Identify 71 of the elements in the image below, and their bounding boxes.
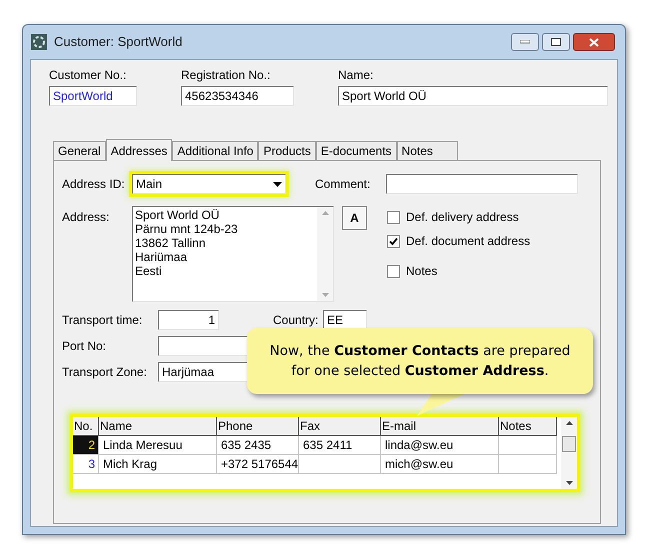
field-label: Address: [62,209,110,226]
field-label: Transport time: [62,312,144,329]
table-cell: Linda Meresuu [99,436,217,455]
input-field[interactable]: EE [323,310,367,330]
checkbox[interactable] [387,210,400,224]
scroll-thumb[interactable] [562,436,576,452]
tab[interactable]: Additional Info [172,141,258,160]
address-line: Pärnu mnt 124b-23 [135,222,239,236]
scroll-down-icon [322,293,328,297]
column-header[interactable]: E-mail [381,417,499,436]
field-label: Registration No.: [181,67,272,84]
address-format-button[interactable]: A [342,206,367,230]
checkbox[interactable] [387,264,400,278]
minimize-button[interactable] [511,33,539,51]
address-line: Hariümaa [135,250,188,264]
scroll-up-icon [322,211,328,215]
tab[interactable]: Addresses [106,139,172,161]
checkbox[interactable] [387,234,400,248]
dropdown-caret-icon [273,182,282,186]
app-icon [30,33,48,51]
column-header[interactable]: No. [73,417,99,436]
input-field[interactable]: SportWorld [49,86,137,106]
input-field[interactable]: 45623534346 [181,86,294,106]
table-cell: 635 2435 [217,436,299,455]
column-header[interactable]: Name [99,417,217,436]
row-number-cell[interactable]: 3 [73,455,99,474]
scroll-up-icon [566,421,572,425]
tab[interactable]: Notes [396,141,458,160]
tab[interactable]: General [53,141,106,160]
checkbox-label: Notes [406,263,438,280]
minimize-icon [520,40,530,44]
address-id-dropdown[interactable]: Main [132,174,286,194]
field-label: Address ID: [62,176,126,193]
tab[interactable]: Products [258,141,316,160]
table-cell: +372 5176544 [217,455,299,474]
input-field[interactable] [158,336,248,356]
field-label: Comment: [315,176,372,193]
address-line: Eesti [135,264,163,278]
field-label: Country: [273,312,320,329]
maximize-button[interactable] [542,33,570,51]
close-button[interactable] [573,33,615,51]
field-label: Transport Zone: [62,364,148,381]
check-icon [389,236,398,246]
tab[interactable]: E-documents [316,141,397,160]
restore-icon [551,38,561,46]
checkbox-label: Def. document address [406,233,530,250]
table-cell [499,455,557,474]
table-cell: 635 2411 [299,436,381,455]
input-field[interactable]: 1 [158,310,219,330]
column-header[interactable]: Phone [217,417,299,436]
field-label: Name: [338,67,374,84]
field-label: Port No: [62,338,108,355]
scroll-down-icon [566,481,572,485]
row-number-cell[interactable]: 2 [73,436,99,455]
table-cell: mich@sw.eu [381,455,499,474]
table-cell: linda@sw.eu [381,436,499,455]
input-field[interactable]: Sport World OÜ [338,86,608,106]
address-line: Sport World OÜ [135,208,220,222]
address-line: 13862 Tallinn [135,236,207,250]
comment-field[interactable] [386,174,578,194]
checkbox-label: Def. delivery address [406,209,519,226]
table-cell: Mich Krag [99,455,217,474]
close-icon [589,38,599,46]
column-header[interactable]: Fax [299,417,381,436]
field-label: Customer No.: [49,67,128,84]
column-header[interactable]: Notes [499,417,557,436]
callout-text: Now, the Customer Contacts are prepared for one selected Customer Address. [268,342,572,381]
input-field[interactable]: Harjümaa [158,362,248,382]
window-title: Customer: SportWorld [54,33,184,52]
table-cell [499,436,557,455]
address-textarea[interactable]: Sport World OÜ Pärnu mnt 124b-23 13862 Tallinn Hariümaa Eesti [132,206,334,302]
